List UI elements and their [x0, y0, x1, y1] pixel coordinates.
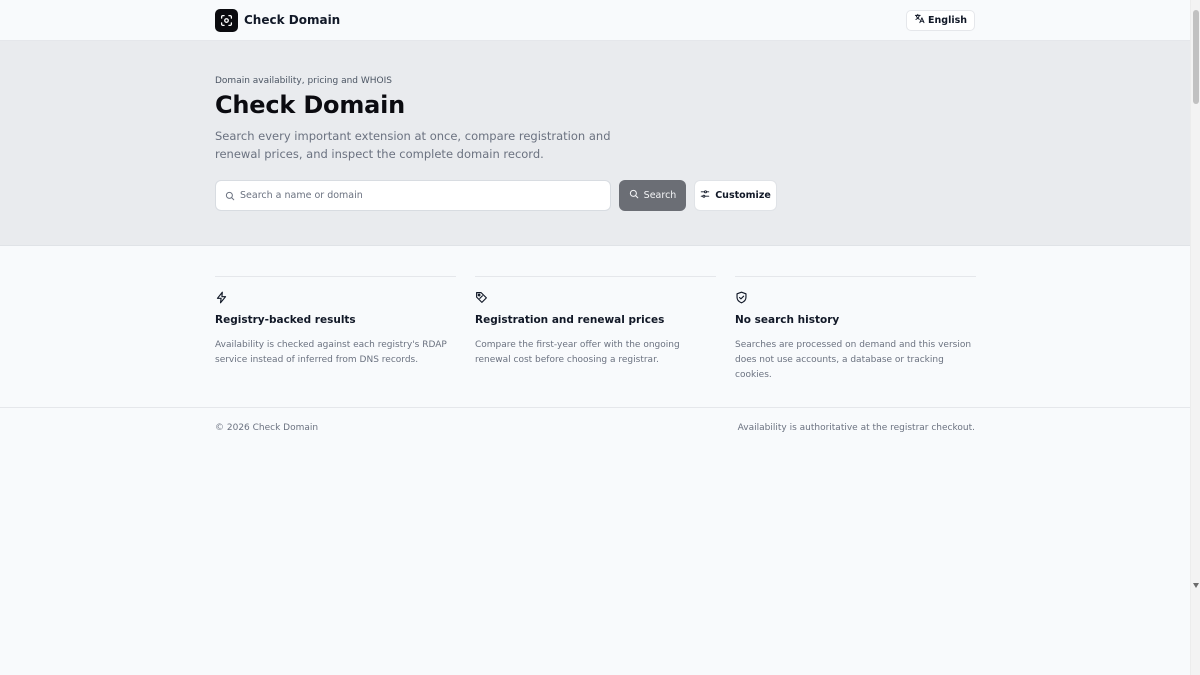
customize-button-label: Customize: [715, 190, 771, 201]
scroll-down-arrow-icon[interactable]: [1192, 581, 1200, 589]
feature-card: Registry-backed results Availability is …: [215, 276, 456, 383]
language-label: English: [928, 14, 967, 26]
search-input[interactable]: [240, 190, 601, 201]
feature-title: Registration and renewal prices: [475, 314, 665, 326]
search-icon: [225, 186, 235, 205]
feature-card: Registration and renewal prices Compare …: [475, 276, 716, 383]
search-row: Search Customize: [215, 180, 777, 211]
feature-description: Availability is checked against each reg…: [215, 340, 447, 365]
shield-check-icon: [735, 289, 976, 304]
scrollbar-thumb[interactable]: [1193, 10, 1199, 104]
search-button-label: Search: [643, 190, 677, 201]
feature-description: Compare the first-year offer with the on…: [475, 340, 680, 365]
feature-title: Registry-backed results: [215, 314, 356, 326]
brand-name: Check Domain: [244, 13, 341, 27]
hero-section: Domain availability, pricing and WHOIS C…: [0, 41, 1190, 246]
lightning-icon: [215, 289, 456, 304]
customize-button[interactable]: Customize: [694, 180, 777, 211]
footer: © 2026 Check Domain Availability is auth…: [0, 407, 1190, 447]
footer-copyright: © 2026 Check Domain: [215, 423, 319, 433]
scan-icon: [215, 8, 238, 32]
brand-link[interactable]: Check Domain: [215, 8, 341, 32]
search-field[interactable]: [215, 180, 611, 211]
vertical-scrollbar[interactable]: [1190, 0, 1200, 675]
page-title: Check Domain: [215, 91, 406, 119]
feature-title: No search history: [735, 314, 840, 326]
hero-eyebrow: Domain availability, pricing and WHOIS: [215, 76, 392, 86]
search-button[interactable]: Search: [619, 180, 686, 211]
feature-card: No search history Searches are processed…: [735, 276, 976, 383]
search-icon: [629, 189, 639, 202]
top-navigation-inner: Check Domain English: [215, 0, 975, 40]
hero-description: Search every important extension at once…: [215, 129, 611, 161]
footer-note: Availability is authoritative at the reg…: [737, 423, 975, 433]
sliders-icon: [700, 189, 710, 202]
translate-icon: [914, 13, 925, 27]
features-section: Registry-backed results Availability is …: [215, 276, 976, 383]
feature-description: Searches are processed on demand and thi…: [735, 340, 972, 380]
page: Check Domain English Domain availability…: [0, 0, 1190, 675]
top-navigation: Check Domain English: [0, 0, 1190, 41]
browser-viewport: Check Domain English Domain availability…: [0, 0, 1200, 675]
language-button[interactable]: English: [906, 9, 975, 31]
price-tag-icon: [475, 289, 716, 303]
